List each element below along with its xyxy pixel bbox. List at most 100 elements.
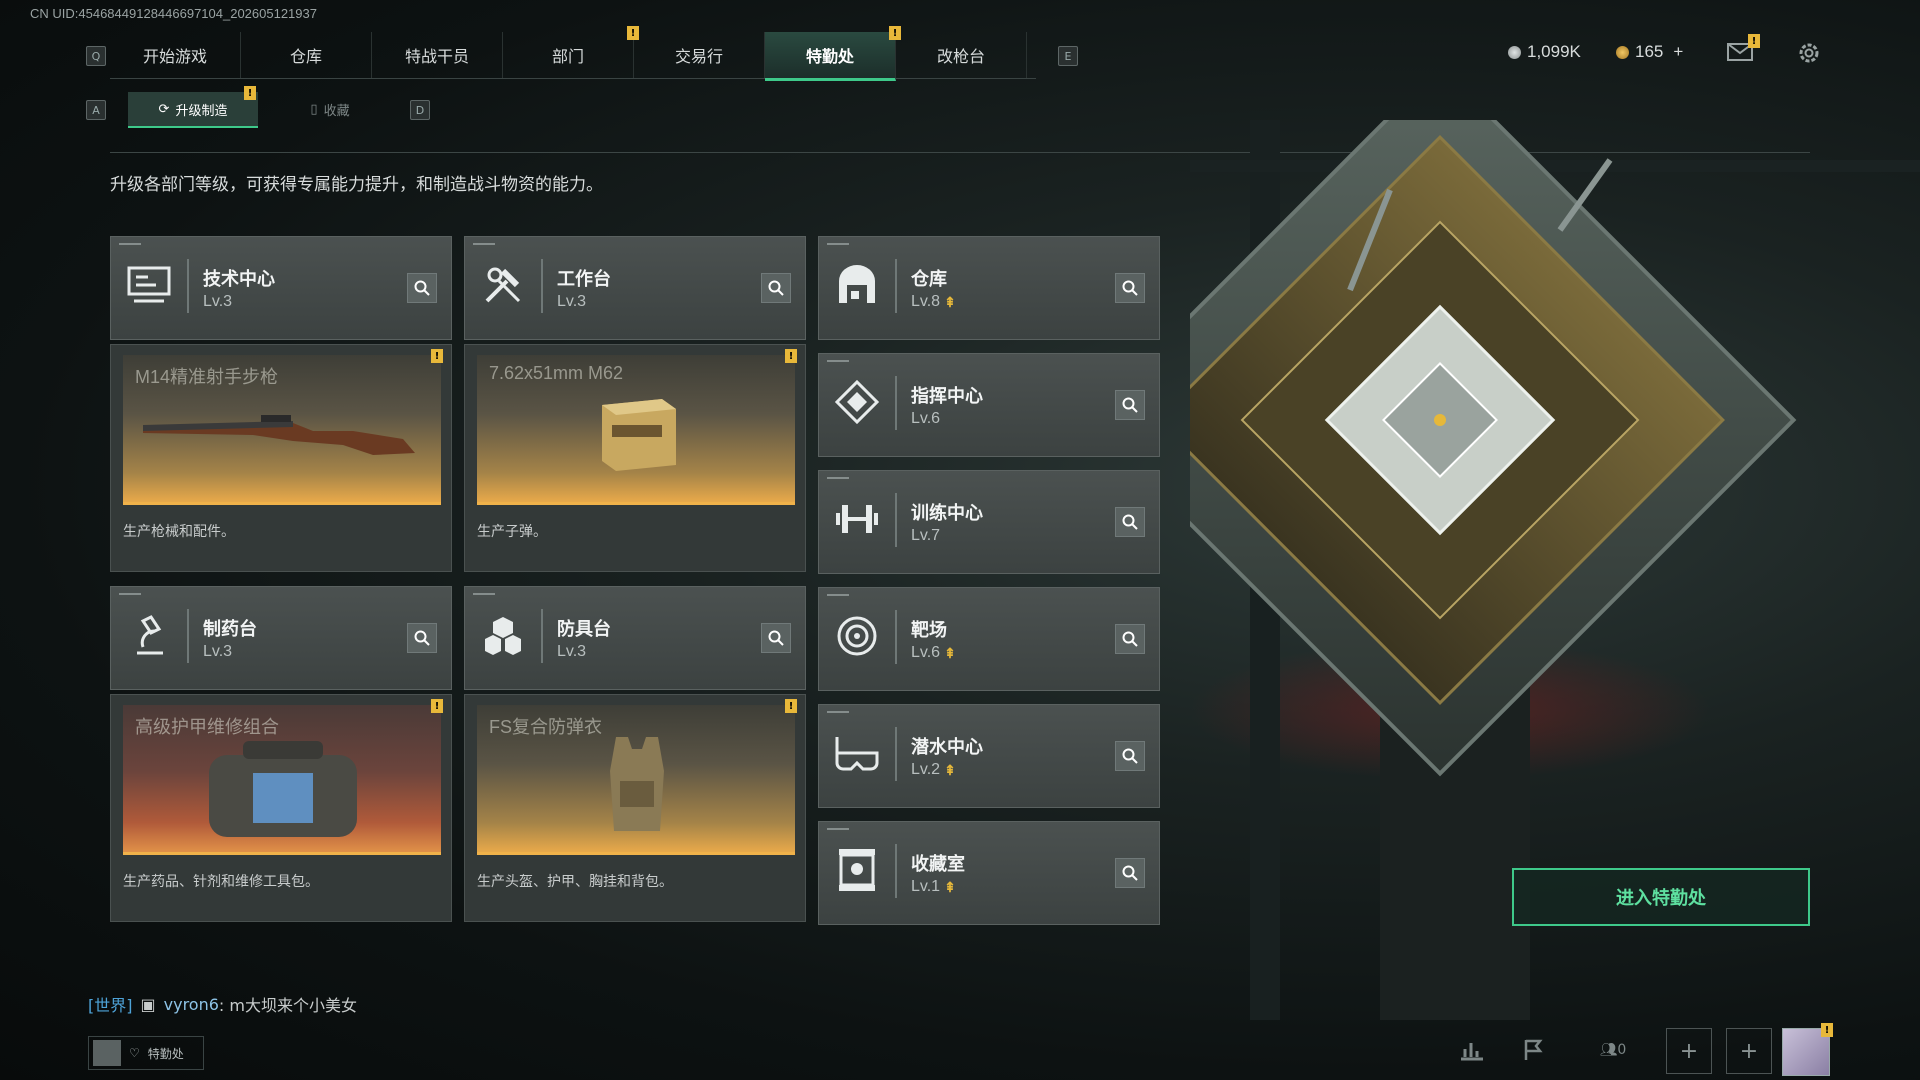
card-marker [827, 594, 849, 596]
add-gold-button[interactable]: + [1673, 42, 1683, 62]
dept-level: Lv.3 [203, 293, 232, 311]
card-separator [895, 610, 897, 664]
wrench-hammer-icon [479, 261, 527, 309]
notification-badge: ! [785, 349, 797, 363]
production-item-image: 7.62x51mm M62 [477, 355, 795, 505]
notification-badge: ! [431, 349, 443, 363]
gold-amount: 165 [1635, 42, 1664, 61]
production-item-image: FS复合防弹衣 [477, 705, 795, 855]
card-separator [541, 259, 543, 313]
search-icon[interactable] [761, 273, 791, 303]
production-panel-tech[interactable]: M14精准射手步枪 ! 生产枪械和配件。 [110, 344, 452, 572]
search-icon[interactable] [1115, 624, 1145, 654]
search-icon[interactable] [407, 623, 437, 653]
dept-name: 指挥中心 [911, 386, 983, 407]
search-icon[interactable] [407, 273, 437, 303]
dept-card-shooting-range[interactable]: 靶场 Lv.6 ⇞ [818, 587, 1160, 691]
tab-label: 仓库 [289, 47, 322, 66]
dept-card-workbench[interactable]: 工作台 Lv.3 [464, 236, 806, 340]
status-label: 特勤处 [147, 1046, 184, 1061]
tab-label: 交易行 [674, 47, 723, 66]
dept-card-command-center[interactable]: 指挥中心 Lv.6 [818, 353, 1160, 457]
level-text: Lv.3 [203, 293, 233, 310]
dept-card-pharmacy[interactable]: 制药台 Lv.3 [110, 586, 452, 690]
tab-label: 部门 [551, 47, 584, 66]
mail-icon[interactable]: ! [1726, 34, 1760, 62]
gold-currency: 165 + [1616, 42, 1683, 62]
production-description: 生产枪械和配件。 [123, 524, 235, 540]
production-panel-workbench[interactable]: 7.62x51mm M62 ! 生产子弹。 [464, 344, 806, 572]
chat-message: : m大坝来个小美女 [218, 996, 357, 1015]
tab-trade[interactable]: 交易行 [634, 32, 765, 78]
friends-button[interactable]: 👥︎ 0 [1588, 1030, 1638, 1070]
search-icon[interactable] [1115, 390, 1145, 420]
dept-card-training-center[interactable]: 训练中心 Lv.7 [818, 470, 1160, 574]
production-description: 生产头盔、护甲、胸挂和背包。 [477, 874, 673, 890]
dept-card-diving-center[interactable]: 潜水中心 Lv.2 ⇞ [818, 704, 1160, 808]
dept-card-collection-room[interactable]: 收藏室 Lv.1 ⇞ [818, 821, 1160, 925]
notification-badge: ! [1748, 34, 1760, 48]
microscope-icon [125, 611, 173, 659]
card-separator [541, 609, 543, 663]
search-icon[interactable] [1115, 741, 1145, 771]
silver-coin-icon [1508, 45, 1521, 59]
tab-gunsmith[interactable]: 改枪台 [896, 32, 1027, 78]
tab-operators[interactable]: 特战干员 [372, 32, 503, 78]
enter-special-ops-button[interactable]: 进入特勤处 [1512, 868, 1810, 926]
dept-level: Lv.8 ⇞ [911, 293, 956, 311]
search-icon[interactable] [1115, 858, 1145, 888]
tab-special-ops[interactable]: 特勤处! [765, 26, 901, 81]
chat-line[interactable]: [世界] ▣ vyron6: m大坝来个小美女 [88, 992, 357, 1016]
search-icon[interactable] [1115, 507, 1145, 537]
card-marker [119, 243, 141, 245]
subtab-upgrade[interactable]: ⟳ 升级制造 ! [128, 86, 258, 128]
dept-name: 工作台 [557, 269, 611, 290]
dept-level: Lv.3 [557, 643, 586, 661]
stats-icon[interactable] [1452, 1030, 1492, 1070]
flag-icon[interactable] [1514, 1030, 1554, 1070]
card-marker [119, 593, 141, 595]
card-separator [895, 259, 897, 313]
nav-right-key[interactable]: E [1058, 46, 1078, 66]
display-case-icon [833, 846, 881, 894]
tab-start-game[interactable]: 开始游戏 [110, 32, 241, 78]
production-panel-pharmacy[interactable]: 高级护甲维修组合 ! 生产药品、针剂和维修工具包。 [110, 694, 452, 922]
add-slot-button[interactable]: + [1726, 1028, 1772, 1074]
subtab-right-key[interactable]: D [410, 100, 430, 120]
subtab-collect[interactable]: ▯ 收藏 [270, 92, 390, 126]
search-icon[interactable] [761, 623, 791, 653]
tab-warehouse[interactable]: 仓库 [241, 32, 372, 78]
dept-name: 潜水中心 [911, 737, 983, 758]
chat-username[interactable]: vyron6 [164, 995, 219, 1014]
add-slot-button[interactable]: + [1666, 1028, 1712, 1074]
cubes-icon [479, 611, 527, 659]
tab-label: 特勤处 [805, 47, 854, 66]
upgrade-icon: ⟳ [158, 101, 170, 117]
dept-level: Lv.2 ⇞ [911, 761, 956, 779]
upgrade-available-icon: ⇞ [944, 644, 956, 661]
search-icon[interactable] [1115, 273, 1145, 303]
tab-department[interactable]: 部门! [503, 26, 639, 78]
dept-level: Lv.7 [911, 527, 940, 545]
main-nav: 开始游戏 仓库 特战干员 部门! 交易行 特勤处! 改枪台 [110, 26, 1036, 81]
page-description: 升级各部门等级，可获得专属能力提升，和制造战斗物资的能力。 [110, 175, 603, 195]
dept-card-armor[interactable]: 防具台 Lv.3 [464, 586, 806, 690]
card-separator [895, 727, 897, 781]
tab-label: 特战干员 [404, 47, 469, 66]
gear-icon[interactable] [1796, 40, 1822, 66]
player-avatar[interactable]: ! [1782, 1023, 1833, 1076]
dept-card-tech-center[interactable]: 技术中心 Lv.3 [110, 236, 452, 340]
status-widget[interactable]: ♡ 特勤处 [88, 1036, 204, 1070]
subtab-left-key[interactable]: A [86, 100, 106, 120]
production-panel-armor[interactable]: FS复合防弹衣 ! 生产头盔、护甲、胸挂和背包。 [464, 694, 806, 922]
dept-name: 收藏室 [911, 854, 965, 875]
card-marker [827, 243, 849, 245]
nav-left-key[interactable]: Q [86, 46, 106, 66]
dept-card-warehouse[interactable]: 仓库 Lv.8 ⇞ [818, 236, 1160, 340]
dept-name: 防具台 [557, 619, 611, 640]
card-separator [895, 376, 897, 430]
ammo-box-icon [602, 399, 676, 471]
body-armor-icon [610, 737, 664, 831]
computer-icon [125, 261, 173, 309]
dept-level: Lv.1 ⇞ [911, 878, 956, 896]
